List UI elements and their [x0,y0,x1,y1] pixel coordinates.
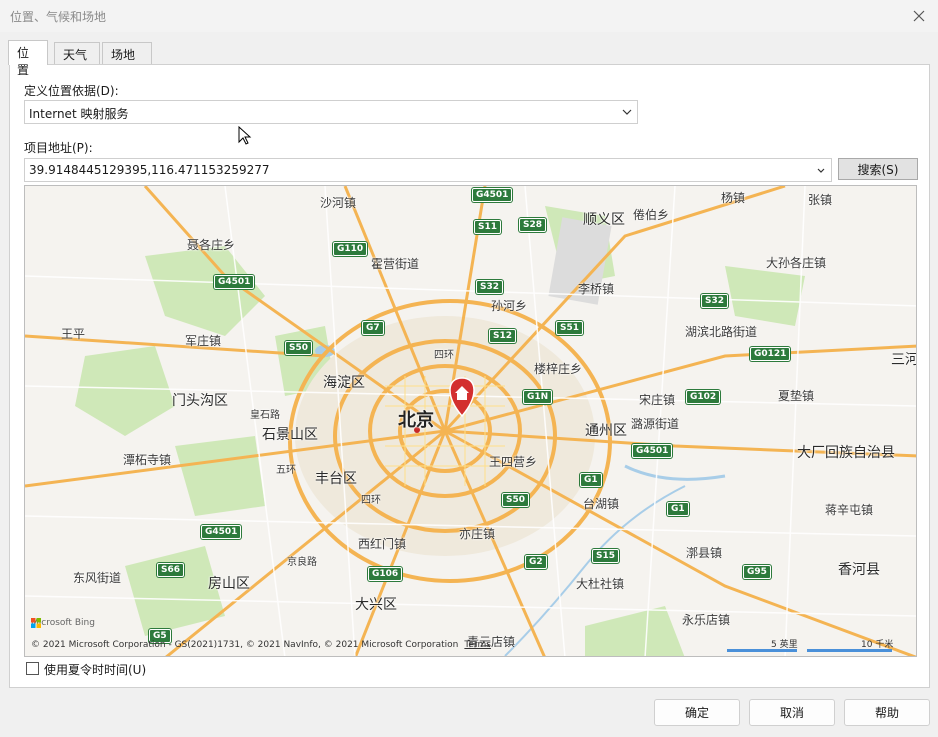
highway-shield: G7 [362,321,384,335]
mouse-cursor-icon [238,126,252,145]
map-label: 王平 [61,327,86,341]
map-label: 房山区 [208,576,250,592]
map-label: 漷县镇 [686,546,723,560]
highway-shield: S28 [519,218,547,232]
map-label: 聂各庄乡 [187,238,236,252]
tab-weather[interactable]: 天气 [54,42,100,64]
bing-logo: Microsoft Bing [31,618,95,628]
map-label: 海淀区 [323,375,365,391]
map-label: 北京 [398,410,434,431]
define-location-label: 定义位置依据(D): [24,84,119,98]
highway-shield: S11 [474,220,502,234]
map-label: 通州区 [585,423,627,439]
map-label: 孙河乡 [491,299,528,313]
map-label: 台湖镇 [583,497,620,511]
map-label: 京良路 [287,557,317,568]
map-label: 香河县 [838,562,880,578]
highway-shield: S50 [502,493,530,507]
map-label: 三河 [891,352,917,368]
scale-bar-km [807,649,892,652]
attribution-text: © 2021 Microsoft Corporation - GS(2021)1… [31,640,459,650]
map-label: 潞源街道 [631,417,680,431]
map-label: 宋庄镇 [639,393,676,407]
map-label: 东风街道 [73,571,122,585]
map-label: 倦伯乡 [633,208,670,222]
highway-shield: S50 [285,341,313,355]
tab-weather-label: 天气 [63,48,88,62]
scale-bar-miles [727,649,797,652]
highway-shield: S66 [157,563,185,577]
search-button[interactable]: 搜索(S) [838,158,918,180]
highway-shield: G1 [667,502,689,516]
highway-shield: G4501 [632,444,673,458]
map-view[interactable]: 沙河镇 顺义区 倦伯乡 杨镇 张镇 聂各庄乡 霍营街道 李桥镇 大孙各庄镇 孙河… [24,185,917,657]
ok-button[interactable]: 确定 [654,699,740,726]
highway-shield: G4501 [201,525,242,539]
map-label: 门头沟区 [172,393,228,409]
highway-shield: S15 [592,549,620,563]
highway-shield: G1 [580,473,602,487]
tab-location-label: 位置 [17,46,30,77]
map-label: 大厂回族自治县 [797,445,895,461]
highway-shield: G4501 [472,188,513,202]
dst-label: 使用夏令时时间(U) [44,663,147,677]
highway-shield: S51 [556,321,584,335]
map-label: 王四营乡 [489,455,538,469]
map-label: 四环 [434,350,454,361]
highway-shield: G2 [525,555,547,569]
highway-shield: S32 [476,280,504,294]
map-label: 夏垫镇 [778,389,815,403]
map-label: 军庄镇 [185,334,222,348]
highway-shield: S12 [489,329,517,343]
terms-link[interactable]: Terms [464,640,491,650]
map-label: 大杜社镇 [576,577,625,591]
tab-site-label: 场地 [111,48,136,62]
map-label: 楼梓庄乡 [534,362,583,376]
map-attribution: © 2021 Microsoft Corporation - GS(2021)1… [31,640,491,650]
map-label: 沙河镇 [320,196,357,210]
map-label: 霍营街道 [371,257,420,271]
highway-shield: G110 [333,242,368,256]
close-icon[interactable] [908,5,930,27]
highway-shield: G106 [368,567,403,581]
highway-shield: G0121 [750,347,791,361]
dst-checkbox[interactable] [26,662,39,675]
tab-site[interactable]: 场地 [102,42,152,64]
map-label: 四环 [361,495,381,506]
map-label: 张镇 [808,193,833,207]
map-label: 李桥镇 [578,282,615,296]
project-address-label: 项目地址(P): [24,141,93,155]
title-bar: 位置、气候和场地 [0,0,938,32]
project-address-value: 39.9148445129395,116.471153259277 [29,163,270,177]
map-label: 皇石路 [250,410,280,421]
map-label: 蒋辛屯镇 [825,503,874,517]
map-label: 湖滨北路街道 [685,325,758,339]
map-label: 大孙各庄镇 [766,256,827,270]
highway-shield: S32 [701,294,729,308]
map-label: 潭柘寺镇 [123,453,172,467]
map-label: 石景山区 [262,427,318,443]
microsoft-logo-icon [31,618,41,628]
map-label: 顺义区 [583,212,625,228]
chevron-down-icon [817,168,825,173]
define-location-dropdown[interactable]: Internet 映射服务 [24,100,638,124]
highway-shield: G1N [523,390,553,404]
map-label: 五环 [276,465,296,476]
cancel-button[interactable]: 取消 [749,699,835,726]
tab-location[interactable]: 位置 [8,40,48,77]
map-label: 丰台区 [315,471,357,487]
help-button[interactable]: 帮助 [844,699,930,726]
map-label: 杨镇 [721,191,746,205]
map-label: 永乐店镇 [682,613,731,627]
define-location-value: Internet 映射服务 [29,107,129,121]
map-label: 大兴区 [355,597,397,613]
chevron-down-icon [622,109,632,115]
highway-shield: G102 [686,390,721,404]
map-label: 亦庄镇 [459,527,496,541]
project-address-input[interactable]: 39.9148445129395,116.471153259277 [24,158,832,182]
window-title: 位置、气候和场地 [10,10,107,24]
highway-shield: G4501 [214,275,255,289]
highway-shield: G95 [743,565,771,579]
map-label: 西红门镇 [358,537,407,551]
